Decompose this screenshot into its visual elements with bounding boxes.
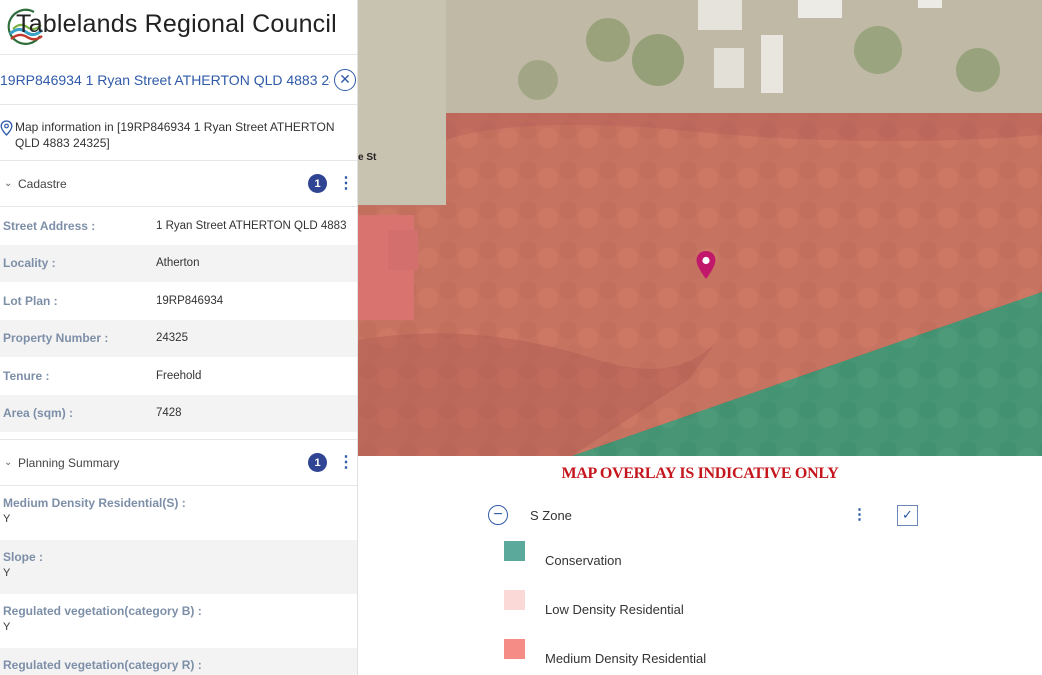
cadastre-title: Cadastre [18,176,67,191]
planning-row: Medium Density Residential(S) : Y [0,486,357,540]
kv-value: 1 Ryan Street ATHERTON QLD 4883 [156,219,347,232]
kv-key: Regulated vegetation(category B) : [3,604,202,618]
kv-key: Property Number : [3,331,109,346]
legend-item-medium-density: Medium Density Residential [504,639,706,666]
kv-key: Tenure : [3,368,50,383]
planning-row: Slope : Y [0,540,357,594]
kv-value: Y [3,567,11,579]
cadastre-row-area: Area (sqm) : 7428 [0,394,357,432]
layer-header-s-zone: − S Zone ⋮ ✓ [488,504,918,526]
kv-value: 24325 [156,332,188,345]
aerial-imagery [358,0,1042,456]
divider [0,432,357,440]
kv-value: 19RP846934 [156,294,224,307]
legend-swatch [504,541,525,561]
map-legend: MAP OVERLAY IS INDICATIVE ONLY − S Zone … [358,456,1042,675]
overlay-disclaimer: MAP OVERLAY IS INDICATIVE ONLY [561,465,839,482]
kv-value: Freehold [156,369,202,382]
map-info-text: Map information in [19RP846934 1 Ryan St… [15,120,335,150]
kv-value: Y [3,621,11,633]
planning-count-badge: 1 [308,453,327,472]
street-label: e St [358,152,377,163]
kv-key: Area (sqm) : [3,406,74,421]
kv-value: Atherton [156,257,200,270]
cadastre-row-property-number: Property Number : 24325 [0,319,357,357]
legend-swatch [504,639,525,659]
planning-list: Medium Density Residential(S) : Y Slope … [0,486,357,675]
kv-key: Lot Plan : [3,293,58,308]
kv-value: Y [3,513,11,525]
legend-label: Conservation [545,553,622,568]
kv-key: Slope : [3,550,44,564]
legend-item-low-density: Low Density Residential [504,590,684,617]
cadastre-row-lot-plan: Lot Plan : 19RP846934 [0,282,357,320]
layer-title: S Zone [530,507,572,523]
council-logo: Tablelands Regional Council [0,0,357,55]
kv-key: Regulated vegetation(category R) : [3,658,202,672]
cadastre-menu-icon[interactable]: ⋮ [337,175,355,191]
location-pin-icon [0,120,13,136]
planning-row: Regulated vegetation(category B) : Y [0,594,357,648]
kv-key: Locality : [3,256,56,271]
logo-text: Tablelands Regional Council [16,9,337,38]
property-title: 19RP846934 1 Ryan Street ATHERTON QLD 48… [0,71,330,88]
planning-menu-icon[interactable]: ⋮ [337,454,355,470]
kv-key: Medium Density Residential(S) : [3,496,186,510]
layer-visibility-checkbox[interactable]: ✓ [897,504,918,526]
planning-section-header[interactable]: ⌄ Planning Summary 1 ⋮ [0,440,357,486]
close-button[interactable]: ✕ [334,68,356,91]
map-view[interactable]: e St [358,0,1042,456]
property-title-bar: 19RP846934 1 Ryan Street ATHERTON QLD 48… [0,55,357,105]
legend-swatch [504,590,525,610]
cadastre-row-street-address: Street Address : 1 Ryan Street ATHERTON … [0,207,357,245]
collapse-layer-button[interactable]: − [488,505,508,525]
cadastre-section-header[interactable]: ⌄ Cadastre 1 ⋮ [0,161,357,207]
cadastre-row-locality: Locality : Atherton [0,244,357,282]
legend-item-conservation: Conservation [504,541,622,568]
close-icon: ✕ [339,71,351,87]
layer-menu-icon[interactable]: ⋮ [852,507,867,522]
kv-key: Street Address : [3,218,96,233]
planning-title: Planning Summary [18,455,120,470]
chevron-down-icon: ⌄ [4,457,13,468]
legend-label: Low Density Residential [545,602,684,617]
map-info-row: Map information in [19RP846934 1 Ryan St… [0,105,357,161]
info-panel: Tablelands Regional Council 19RP846934 1… [0,0,358,675]
map-marker-icon[interactable] [695,250,717,280]
kv-value: 7428 [156,407,182,420]
cadastre-row-tenure: Tenure : Freehold [0,357,357,395]
legend-label: Medium Density Residential [545,651,707,666]
planning-row: Regulated vegetation(category R) : [0,648,357,675]
checkmark-icon: ✓ [902,507,913,522]
cadastre-table: Street Address : 1 Ryan Street ATHERTON … [0,207,357,432]
cadastre-count-badge: 1 [308,174,327,193]
minus-icon: − [493,506,503,523]
chevron-down-icon: ⌄ [4,178,13,189]
